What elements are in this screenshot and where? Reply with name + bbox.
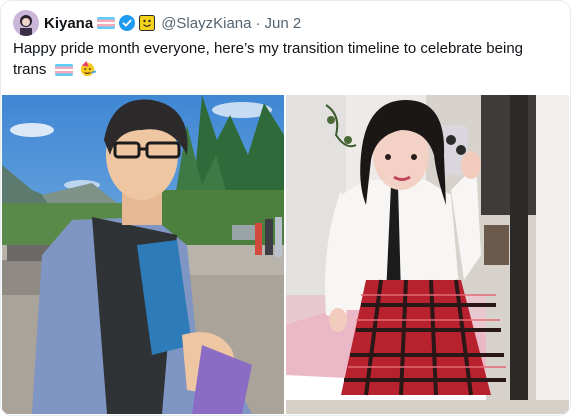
avatar[interactable] <box>13 10 39 36</box>
user-handle[interactable]: @SlayzKiana <box>161 15 251 32</box>
before-photo[interactable] <box>2 95 284 414</box>
trans-flag-emoji <box>54 64 73 77</box>
tweet-card[interactable]: Kiyana @SlayzKiana · Jun 2 Happy pride m… <box>0 0 571 416</box>
partying-face-emoji <box>80 60 96 77</box>
tweet-media <box>2 95 569 414</box>
smiley-face-emoji <box>139 15 156 31</box>
tweet-header: Kiyana @SlayzKiana · Jun 2 <box>13 9 301 37</box>
after-photo[interactable] <box>286 95 569 414</box>
tweet-text-block: Happy pride month everyone, here’s my tr… <box>13 38 558 80</box>
verified-badge-icon <box>119 15 136 31</box>
trans-flag-emoji <box>97 17 116 29</box>
display-name[interactable]: Kiyana <box>44 15 93 32</box>
separator-dot: · <box>255 14 261 32</box>
tweet-date[interactable]: Jun 2 <box>264 15 301 32</box>
